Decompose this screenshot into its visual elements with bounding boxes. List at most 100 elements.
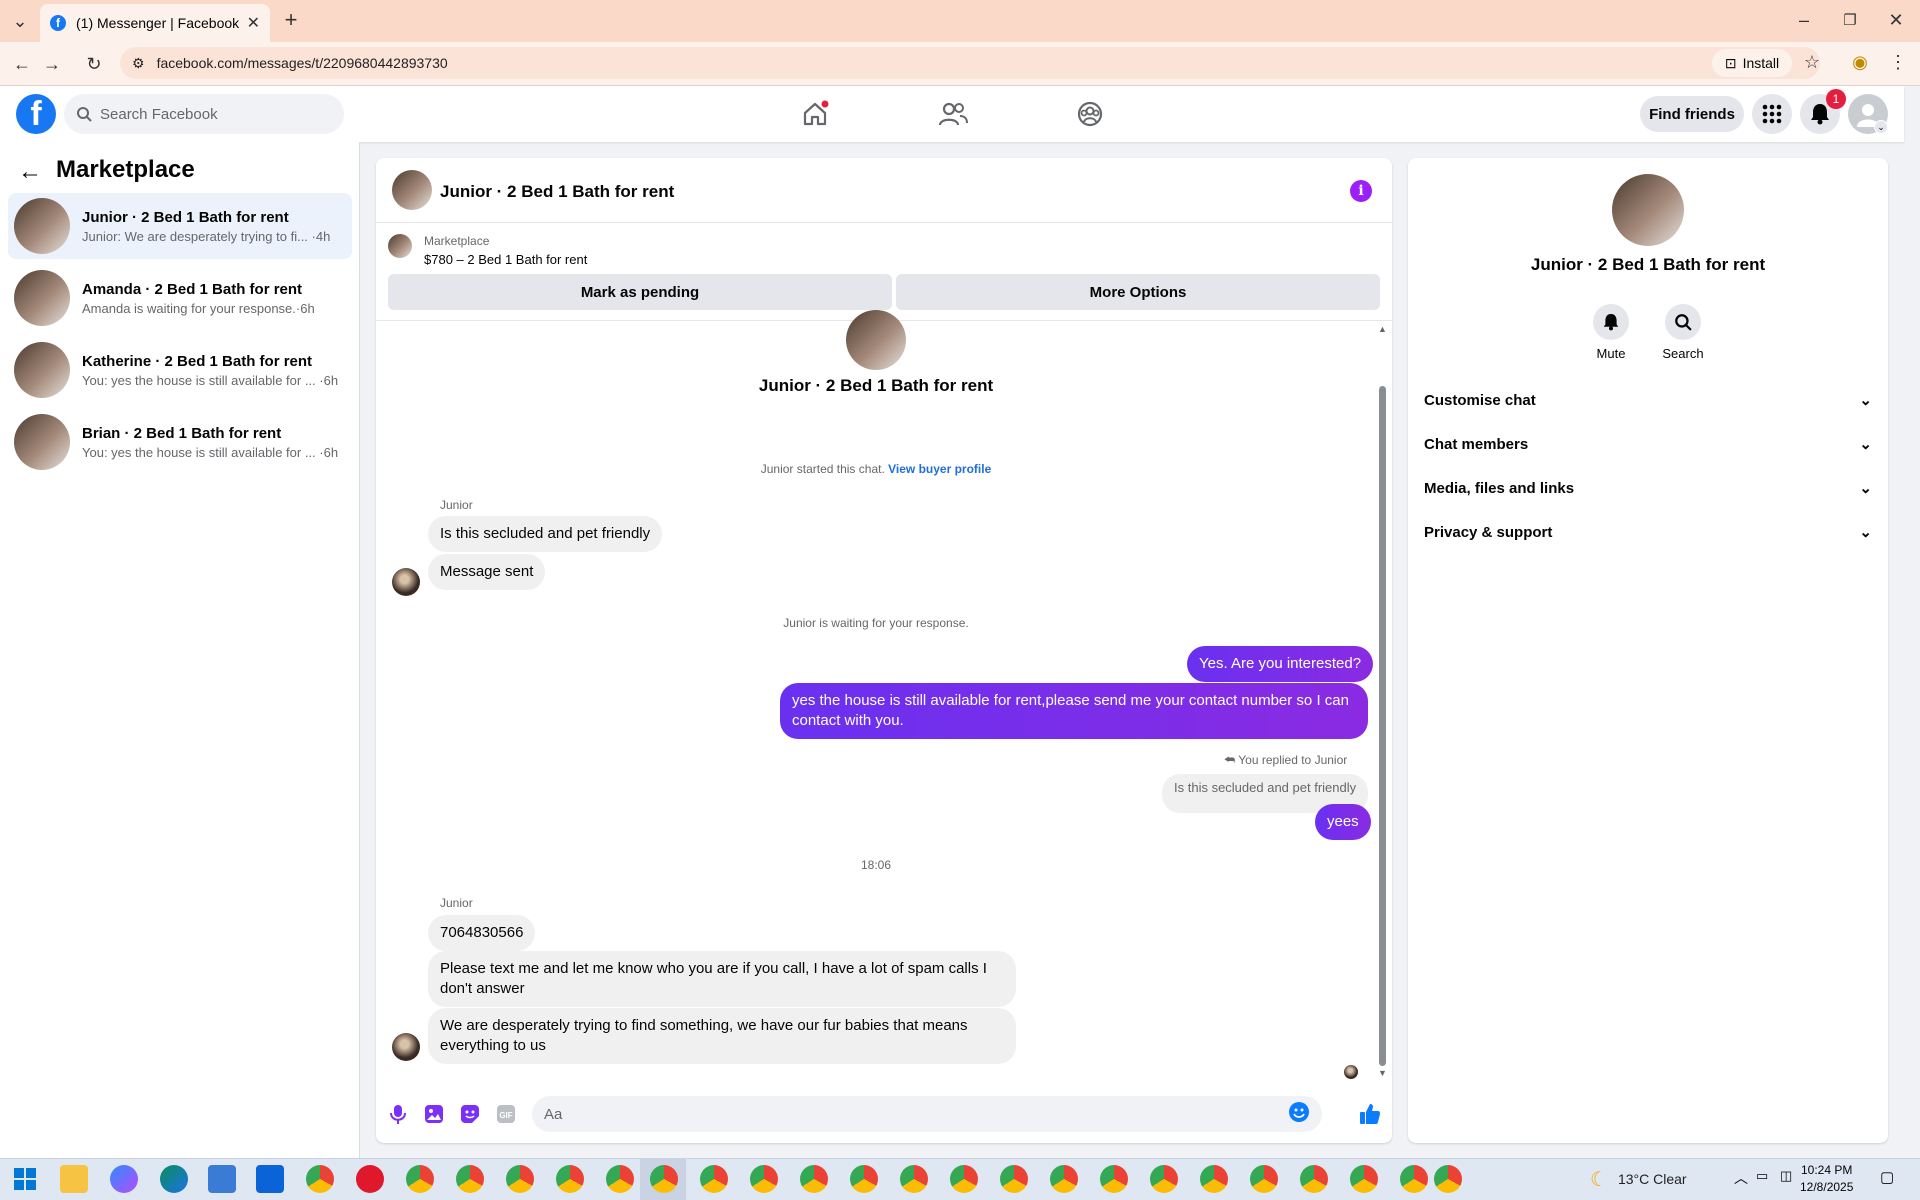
chrome-icon[interactable] — [850, 1165, 878, 1193]
conversation-item[interactable]: Katherine · 2 Bed 1 Bath for rent You: y… — [8, 337, 352, 403]
friends-nav-button[interactable] — [933, 94, 973, 134]
chrome-icon[interactable] — [606, 1165, 634, 1193]
chrome-icon[interactable] — [306, 1165, 334, 1193]
conversation-item[interactable]: Amanda · 2 Bed 1 Bath for rent Amanda is… — [8, 265, 352, 331]
like-button[interactable] — [1358, 1102, 1382, 1126]
chrome-icon[interactable] — [1250, 1165, 1278, 1193]
tray-chevron-icon[interactable]: ︿ — [1734, 1168, 1748, 1188]
chrome-icon[interactable] — [650, 1165, 678, 1193]
customise-chat-section[interactable]: Customise chat ⌄ — [1424, 382, 1872, 418]
message-input[interactable]: Aa — [532, 1096, 1322, 1132]
search-in-chat-button[interactable]: Search — [1647, 304, 1719, 361]
chrome-icon[interactable] — [1200, 1165, 1228, 1193]
sender-avatar[interactable] — [392, 568, 420, 596]
chat-header-thumbnail[interactable] — [392, 170, 432, 210]
menu-button[interactable] — [1752, 94, 1792, 134]
address-bar[interactable]: ⚙ facebook.com/messages/t/22096804428937… — [120, 47, 1820, 79]
file-explorer-icon[interactable] — [60, 1165, 88, 1193]
outgoing-message[interactable]: yes the house is still available for ren… — [780, 683, 1368, 739]
gif-button[interactable]: GIF — [494, 1102, 518, 1126]
opera-icon[interactable] — [356, 1165, 384, 1193]
back-icon[interactable]: ← — [8, 50, 36, 78]
chrome-icon[interactable] — [1150, 1165, 1178, 1193]
sender-avatar[interactable] — [392, 1033, 420, 1061]
chat-info-thumbnail[interactable] — [1612, 174, 1684, 246]
conversation-item[interactable]: Brian · 2 Bed 1 Bath for rent You: yes t… — [8, 409, 352, 475]
back-arrow-icon[interactable]: ← — [18, 158, 42, 186]
groups-nav-button[interactable] — [1070, 94, 1110, 134]
chrome-icon[interactable] — [406, 1165, 434, 1193]
taskbar-clock[interactable]: 10:24 PM 12/8/2025 — [1800, 1162, 1853, 1196]
incoming-message[interactable]: Please text me and let me know who you a… — [428, 951, 1016, 1007]
chrome-icon[interactable] — [1400, 1165, 1428, 1193]
browser-menu-icon[interactable]: ⋮ — [1884, 48, 1912, 76]
view-buyer-profile-link[interactable]: View buyer profile — [888, 462, 991, 476]
tab-list-icon[interactable]: ⌄ — [6, 7, 34, 35]
chrome-icon[interactable] — [506, 1165, 534, 1193]
weather-moon-icon[interactable]: ☾ — [1590, 1167, 1608, 1192]
sticker-button[interactable] — [458, 1102, 482, 1126]
bookmark-star-icon[interactable]: ☆ — [1798, 48, 1826, 76]
site-info-icon[interactable]: ⚙ — [132, 55, 145, 72]
privacy-support-section[interactable]: Privacy & support ⌄ — [1424, 514, 1872, 550]
chrome-icon[interactable] — [556, 1165, 584, 1193]
new-tab-icon[interactable]: + — [277, 6, 305, 34]
weather-text[interactable]: 13°C Clear — [1618, 1171, 1687, 1187]
home-nav-button[interactable] — [795, 94, 835, 134]
profile-icon[interactable]: ◉ — [1846, 48, 1874, 76]
scroll-up-icon[interactable]: ▲ — [1378, 324, 1387, 334]
scroll-down-icon[interactable]: ▼ — [1378, 1068, 1387, 1078]
chrome-icon[interactable] — [1000, 1165, 1028, 1193]
conversation-item[interactable]: Junior · 2 Bed 1 Bath for rent Junior: W… — [8, 193, 352, 259]
chrome-icon[interactable] — [1350, 1165, 1378, 1193]
edge-icon[interactable] — [160, 1165, 188, 1193]
minimize-icon[interactable]: – — [1790, 6, 1818, 34]
chrome-icon[interactable] — [1300, 1165, 1328, 1193]
account-chevron-icon[interactable]: ⌄ — [1874, 120, 1888, 134]
chat-scrollbar[interactable] — [1379, 386, 1386, 1066]
browser-tab[interactable]: f (1) Messenger | Facebook ✕ — [40, 4, 270, 42]
incoming-message[interactable]: We are desperately trying to find someth… — [428, 1008, 1016, 1064]
incoming-message[interactable]: Message sent — [428, 554, 546, 590]
attach-photo-button[interactable] — [422, 1102, 446, 1126]
close-tab-icon[interactable]: ✕ — [247, 13, 260, 33]
chrome-icon[interactable] — [800, 1165, 828, 1193]
mark-as-pending-button[interactable]: Mark as pending — [388, 274, 892, 310]
incoming-message[interactable]: 7064830566 — [428, 915, 536, 951]
info-icon[interactable]: i — [1350, 180, 1372, 202]
incoming-message[interactable]: Is this secluded and pet friendly — [428, 516, 663, 552]
window-close-icon[interactable]: ✕ — [1882, 6, 1910, 34]
voice-clip-button[interactable] — [386, 1102, 410, 1126]
emoji-button[interactable] — [1288, 1101, 1310, 1127]
restore-icon[interactable]: ❐ — [1836, 6, 1864, 34]
volume-icon[interactable]: ◫ — [1780, 1168, 1792, 1184]
notification-center-icon[interactable]: ▢ — [1880, 1168, 1894, 1186]
chrome-icon[interactable] — [1050, 1165, 1078, 1193]
chrome-icon[interactable] — [950, 1165, 978, 1193]
facebook-search-input[interactable]: Search Facebook — [64, 94, 344, 134]
windows-start-icon[interactable] — [14, 1168, 36, 1195]
install-app-button[interactable]: ⊡ Install — [1712, 49, 1792, 77]
chrome-icon[interactable] — [700, 1165, 728, 1193]
listing-price[interactable]: $780 – 2 Bed 1 Bath for rent — [424, 252, 587, 267]
chrome-icon[interactable] — [1100, 1165, 1128, 1193]
chrome-icon[interactable] — [900, 1165, 928, 1193]
outgoing-message[interactable]: yees — [1315, 804, 1371, 840]
copilot-icon[interactable] — [110, 1165, 138, 1193]
chrome-icon[interactable] — [750, 1165, 778, 1193]
chrome-icon[interactable] — [1434, 1165, 1462, 1193]
facebook-logo[interactable]: f — [16, 94, 56, 134]
chat-title[interactable]: Junior · 2 Bed 1 Bath for rent — [440, 182, 674, 202]
outlook-icon[interactable] — [256, 1165, 284, 1193]
mute-button[interactable]: Mute — [1575, 304, 1647, 361]
find-friends-button[interactable]: Find friends — [1640, 96, 1744, 132]
chrome-icon[interactable] — [456, 1165, 484, 1193]
chat-members-section[interactable]: Chat members ⌄ — [1424, 426, 1872, 462]
more-options-button[interactable]: More Options — [896, 274, 1380, 310]
network-icon[interactable]: ▭ — [1756, 1168, 1768, 1184]
outgoing-message[interactable]: Yes. Are you interested? — [1187, 646, 1374, 682]
reload-icon[interactable]: ↻ — [80, 50, 108, 78]
media-files-links-section[interactable]: Media, files and links ⌄ — [1424, 470, 1872, 506]
store-icon[interactable] — [208, 1165, 236, 1193]
forward-icon[interactable]: → — [38, 50, 66, 78]
